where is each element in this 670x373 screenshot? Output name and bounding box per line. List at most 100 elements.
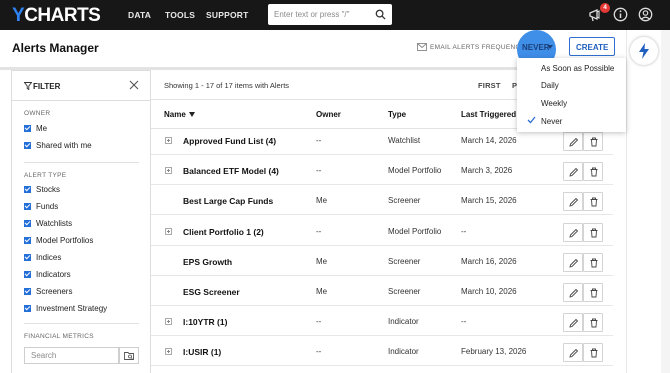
checkbox[interactable] <box>24 203 31 210</box>
edit-alert-button[interactable] <box>563 253 583 272</box>
row-owner: Me <box>316 196 328 205</box>
row-type: Watchlist <box>388 136 421 145</box>
delete-alert-button[interactable] <box>583 343 603 362</box>
checkbox[interactable] <box>24 125 31 132</box>
row-owner: -- <box>316 227 322 236</box>
column-type-header[interactable]: Type <box>388 110 406 119</box>
page-title: Alerts Manager <box>12 41 99 55</box>
financial-metrics-browse-button[interactable] <box>119 347 139 364</box>
nav-support[interactable]: SUPPORT <box>206 10 249 20</box>
delete-alert-button[interactable] <box>583 192 603 211</box>
row-type: Screener <box>388 257 421 266</box>
edit-alert-button[interactable] <box>563 162 583 181</box>
delete-alert-button[interactable] <box>583 253 603 272</box>
checkbox[interactable] <box>24 237 31 244</box>
sort-down-icon <box>188 112 195 117</box>
pencil-icon <box>569 197 579 207</box>
table-row[interactable]: EPS Growth Me Screener March 16, 2026 <box>151 246 613 276</box>
frequency-option-never[interactable]: Never <box>517 113 626 130</box>
pencil-icon <box>569 258 579 268</box>
notification-badge: 4 <box>600 3 610 13</box>
frequency-select[interactable]: NEVER <box>522 43 550 52</box>
close-icon[interactable] <box>129 80 139 90</box>
nav-data[interactable]: DATA <box>128 10 151 20</box>
expand-row-icon[interactable] <box>165 167 172 174</box>
user-avatar-icon[interactable] <box>638 7 653 22</box>
page-scrollbar[interactable] <box>661 30 670 373</box>
edit-alert-button[interactable] <box>563 132 583 151</box>
expand-row-icon[interactable] <box>165 228 172 235</box>
frequency-option-daily[interactable]: Daily <box>517 77 626 94</box>
search-icon[interactable] <box>375 9 386 20</box>
delete-alert-button[interactable] <box>583 313 603 332</box>
edit-alert-button[interactable] <box>563 313 583 332</box>
pencil-icon <box>569 228 579 238</box>
trash-icon <box>590 228 598 238</box>
table-row[interactable]: Best Large Cap Funds Me Screener March 15, … <box>151 185 613 215</box>
row-last-triggered: March 16, 2026 <box>461 257 517 266</box>
table-row[interactable]: Balanced ETF Model (4) -- Model Portfolio M… <box>151 155 613 185</box>
chevron-down-icon[interactable] <box>547 45 553 49</box>
checkbox[interactable] <box>24 220 31 227</box>
row-name-link[interactable]: Balanced ETF Model (4) <box>183 166 279 176</box>
frequency-option-asap[interactable]: As Soon as Possible <box>517 60 626 77</box>
column-name-header[interactable]: Name <box>164 110 195 119</box>
ycharts-logo[interactable]: YCHARTS <box>12 5 101 27</box>
delete-alert-button[interactable] <box>583 132 603 151</box>
edit-alert-button[interactable] <box>563 192 583 211</box>
row-owner: -- <box>316 136 322 145</box>
funnel-icon <box>24 82 32 90</box>
trash-icon <box>590 258 598 268</box>
row-last-triggered: March 15, 2026 <box>461 196 517 205</box>
edit-alert-button[interactable] <box>563 223 583 242</box>
column-owner-header[interactable]: Owner <box>316 110 341 119</box>
checkbox[interactable] <box>24 254 31 261</box>
owner-section-heading: OWNER <box>24 110 51 117</box>
info-icon[interactable] <box>613 7 628 22</box>
row-last-triggered: March 10, 2026 <box>461 287 517 296</box>
frequency-option-weekly[interactable]: Weekly <box>517 95 626 112</box>
row-name-link[interactable]: I:USIR (1) <box>183 347 221 357</box>
table-row[interactable]: ESG Screener Me Screener March 10, 2026 <box>151 276 613 306</box>
table-row[interactable]: I:10YTR (1) -- Indicator -- <box>151 306 613 336</box>
row-name-link[interactable]: Approved Fund List (4) <box>183 136 276 146</box>
row-last-triggered: -- <box>461 317 467 326</box>
table-row[interactable]: I:USIR (1) -- Indicator February 13, 2026 <box>151 336 613 366</box>
delete-alert-button[interactable] <box>583 162 603 181</box>
nav-tools[interactable]: TOOLS <box>165 10 195 20</box>
pencil-icon <box>569 288 579 298</box>
alerts-bolt-button[interactable] <box>630 37 658 65</box>
checkbox[interactable] <box>24 305 31 312</box>
checkbox[interactable] <box>24 186 31 193</box>
table-row[interactable]: Client Portfolio 1 (2) -- Model Portfolio -… <box>151 216 613 246</box>
row-name-link[interactable]: I:10YTR (1) <box>183 317 227 327</box>
frequency-dropdown-menu: As Soon as Possible Daily Weekly Never <box>517 58 626 132</box>
checkbox[interactable] <box>24 271 31 278</box>
checkbox[interactable] <box>24 142 31 149</box>
delete-alert-button[interactable] <box>583 283 603 302</box>
financial-metrics-search-input[interactable] <box>24 347 119 364</box>
row-owner: -- <box>316 317 322 326</box>
column-last-triggered-header[interactable]: Last Triggered <box>461 110 516 119</box>
create-button[interactable]: CREATE <box>569 37 615 56</box>
financial-metrics-heading: FINANCIAL METRICS <box>24 333 94 340</box>
expand-row-icon[interactable] <box>165 318 172 325</box>
row-owner: Me <box>316 257 328 266</box>
content-right-border <box>626 30 627 373</box>
email-alerts-frequency-label: EMAIL ALERTS FREQUENCY: <box>430 44 527 51</box>
sidebar-divider <box>24 162 139 163</box>
expand-row-icon[interactable] <box>165 137 172 144</box>
global-search-input[interactable] <box>268 4 368 25</box>
edit-alert-button[interactable] <box>563 343 583 362</box>
trash-icon <box>590 318 598 328</box>
expand-row-icon[interactable] <box>165 348 172 355</box>
edit-alert-button[interactable] <box>563 283 583 302</box>
row-name-link[interactable]: ESG Screener <box>183 287 240 297</box>
row-name-link[interactable]: Client Portfolio 1 (2) <box>183 227 264 237</box>
email-icon <box>417 43 427 51</box>
checkbox[interactable] <box>24 288 31 295</box>
row-name-link[interactable]: EPS Growth <box>183 257 232 267</box>
row-name-link[interactable]: Best Large Cap Funds <box>183 196 273 206</box>
pagination-first[interactable]: FIRST <box>478 81 501 90</box>
delete-alert-button[interactable] <box>583 223 603 242</box>
